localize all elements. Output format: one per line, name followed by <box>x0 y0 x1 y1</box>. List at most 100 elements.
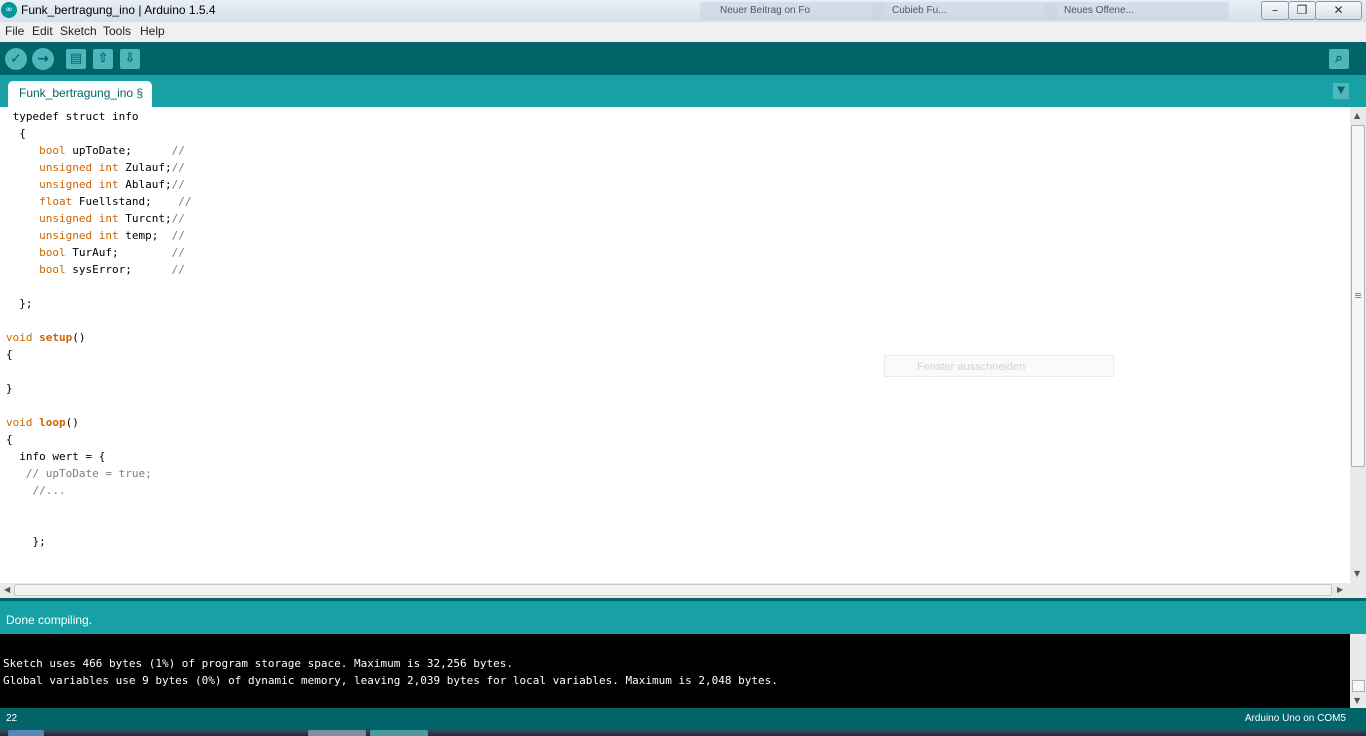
horizontal-scroll-thumb[interactable] <box>14 584 1332 596</box>
code-line: unsigned int Ablauf;// <box>6 176 185 193</box>
maximize-icon[interactable]: ❐ <box>1288 1 1316 20</box>
code-keyword: float <box>39 195 73 208</box>
console-line: Global variables use 9 bytes (0%) of dyn… <box>3 674 778 687</box>
close-icon[interactable]: ✕ <box>1315 1 1362 20</box>
menu-tools[interactable]: Tools <box>103 24 131 38</box>
save-icon[interactable]: ⇩ <box>120 49 140 69</box>
code-comment: //... <box>32 484 66 497</box>
code-text: Turcnt; <box>118 212 172 225</box>
code-line: // upToDate = true; <box>6 465 152 482</box>
console-line: Sketch uses 466 bytes (1%) of program st… <box>3 657 513 670</box>
upload-icon[interactable]: → <box>32 48 54 70</box>
scroll-down-icon[interactable]: ▼ <box>1354 569 1360 578</box>
tab-menu-icon[interactable]: ▼ <box>1333 83 1349 99</box>
minimize-icon[interactable]: – <box>1261 1 1289 20</box>
code-line: } <box>6 380 13 397</box>
code-line: unsigned int Turcnt;// <box>6 210 185 227</box>
new-icon[interactable]: ▤ <box>66 49 86 69</box>
code-text: Ablauf; <box>118 178 172 191</box>
console-scrollbar[interactable]: ▼ <box>1350 634 1366 708</box>
code-text: typedef struct info <box>12 110 139 123</box>
board-info: Arduino Uno on COM5 <box>1244 713 1346 724</box>
editor-horizontal-scrollbar[interactable]: ◀ ▶ <box>0 583 1350 598</box>
menu-help[interactable]: Help <box>140 24 165 38</box>
toolbar: ✓ → ▤ ⇧ ⇩ ⌕ <box>0 42 1366 75</box>
background-tab-2[interactable]: Cubieb Fu... <box>872 2 1057 20</box>
ghost-tooltip: Fenster ausschneiden <box>884 355 1114 377</box>
code-text: { <box>19 127 26 140</box>
code-function-name: setup <box>39 331 73 344</box>
serial-monitor-icon[interactable]: ⌕ <box>1329 49 1349 69</box>
start-button-icon[interactable] <box>8 730 44 736</box>
code-keyword: bool <box>39 144 66 157</box>
code-text: () <box>65 416 79 429</box>
scrollbar-corner <box>1350 583 1366 598</box>
scroll-up-icon[interactable]: ▲ <box>1354 111 1360 120</box>
code-line: { <box>6 431 13 448</box>
code-comment: // <box>178 195 192 208</box>
code-text: Zulauf; <box>118 161 172 174</box>
scroll-thumb[interactable] <box>1351 125 1365 467</box>
code-editor[interactable]: typedef struct info { bool upToDate; // … <box>0 107 1350 583</box>
code-line: float Fuellstand; // <box>6 193 191 210</box>
code-keyword: unsigned int <box>39 161 119 174</box>
code-line: { <box>6 346 13 363</box>
status-message: Done compiling. <box>6 613 93 627</box>
code-comment: // <box>171 212 185 225</box>
code-line: bool TurAuf; // <box>6 244 185 261</box>
menu-sketch[interactable]: Sketch <box>60 24 97 38</box>
menu-bar: File Edit Sketch Tools Help <box>0 22 1366 42</box>
code-keyword: unsigned int <box>39 178 119 191</box>
code-text: info wert = { <box>19 450 106 463</box>
tab-bar: Funk_bertragung_ino § <box>0 75 1366 107</box>
code-comment: // <box>171 263 185 276</box>
code-text: Fuellstand; <box>72 195 179 208</box>
code-comment: // upToDate = true; <box>25 467 152 480</box>
code-text: sysError; <box>65 263 172 276</box>
window-title: Funk_bertragung_ino | Arduino 1.5.4 <box>21 3 216 17</box>
code-comment: // <box>171 161 185 174</box>
code-text: TurAuf; <box>65 246 172 259</box>
code-line: void loop() <box>6 414 79 431</box>
verify-icon[interactable]: ✓ <box>5 48 27 70</box>
scroll-left-icon[interactable]: ◀ <box>4 585 10 594</box>
code-keyword: bool <box>39 263 66 276</box>
footer-bar: 22 Arduino Uno on COM5 <box>0 708 1366 730</box>
scroll-right-icon[interactable]: ▶ <box>1337 585 1343 594</box>
code-line: unsigned int temp; // <box>6 227 185 244</box>
code-line: bool upToDate; // <box>6 142 185 159</box>
code-text: }; <box>19 297 33 310</box>
code-line: }; <box>6 295 33 312</box>
menu-edit[interactable]: Edit <box>32 24 53 38</box>
code-comment: // <box>171 178 185 191</box>
code-keyword: void <box>6 331 33 344</box>
console-scroll-down-icon[interactable]: ▼ <box>1354 696 1360 705</box>
arduino-logo-icon: ∞ <box>1 2 17 18</box>
editor-vertical-scrollbar[interactable]: ▲ ▼ <box>1350 107 1366 583</box>
code-comment: // <box>171 229 185 242</box>
code-text: () <box>72 331 86 344</box>
menu-file[interactable]: File <box>5 24 24 38</box>
title-bar: ∞ Funk_bertragung_ino | Arduino 1.5.4 Ne… <box>0 0 1366 22</box>
code-line: { <box>6 125 26 142</box>
console-output[interactable]: Sketch uses 466 bytes (1%) of program st… <box>0 634 1350 708</box>
background-tab-3[interactable]: Neues Offene... <box>1044 2 1229 20</box>
code-line: void setup() <box>6 329 86 346</box>
code-comment: // <box>171 144 185 157</box>
code-function-name: loop <box>39 416 66 429</box>
code-keyword: unsigned int <box>39 212 119 225</box>
taskbar-app-browser-icon[interactable] <box>308 730 366 736</box>
code-line: //... <box>6 482 66 499</box>
code-text: { <box>6 433 13 446</box>
taskbar-app-arduino-icon[interactable] <box>370 730 428 736</box>
background-tab-1[interactable]: Neuer Beitrag on Fo <box>700 2 885 20</box>
tab-sketch[interactable]: Funk_bertragung_ino § <box>8 81 152 107</box>
code-keyword: unsigned int <box>39 229 119 242</box>
code-line: }; <box>6 533 46 550</box>
code-comment: // <box>171 246 185 259</box>
code-text: upToDate; <box>65 144 172 157</box>
console-scroll-thumb[interactable] <box>1352 680 1365 692</box>
code-keyword: bool <box>39 246 66 259</box>
open-icon[interactable]: ⇧ <box>93 49 113 69</box>
status-bar: Done compiling. <box>0 598 1366 634</box>
